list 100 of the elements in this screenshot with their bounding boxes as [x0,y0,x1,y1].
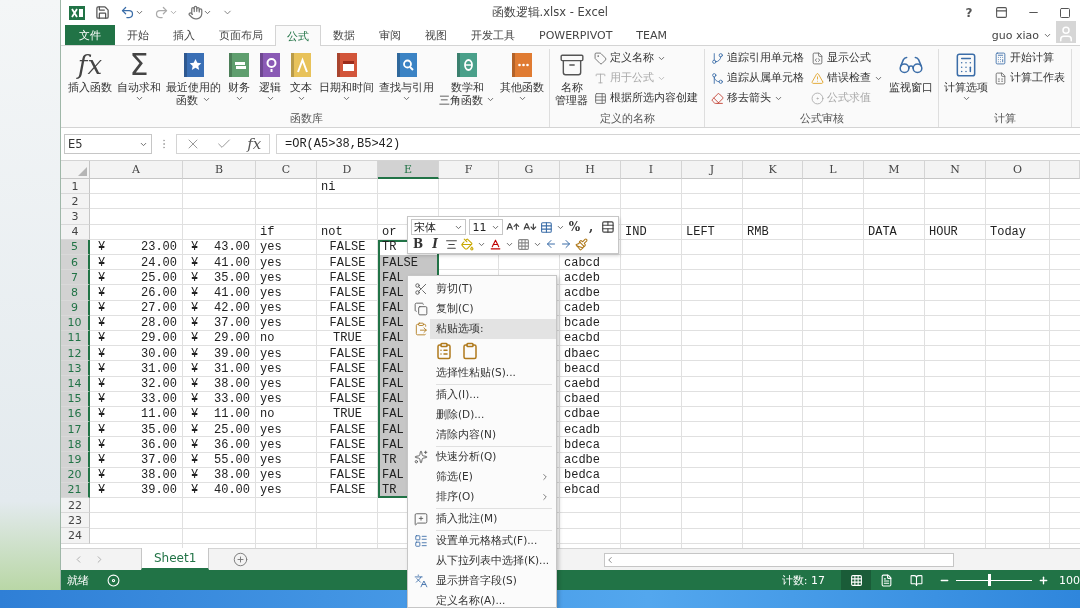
value-text: yes [260,240,282,255]
value-text: ecadb [564,422,600,437]
amount-text: 31.00 [141,361,177,376]
amount-text: 41.00 [214,285,250,300]
value-text: FALSE [329,301,366,316]
amount-text: 55.00 [214,452,250,467]
currency-symbol: ¥ [98,301,106,316]
amount-text: 11.00 [214,407,250,422]
currency-symbol: ¥ [98,316,106,331]
amount-text: 23.00 [141,240,177,255]
amount-text: 39.00 [214,346,250,361]
value-text: FAL [382,361,404,376]
value-text: cbaed [564,392,600,407]
value-text: dbaec [564,346,600,361]
amount-text: 36.00 [141,437,177,452]
currency-symbol: ¥ [191,316,199,331]
currency-symbol: ¥ [98,468,106,483]
amount-text: 28.00 [141,316,177,331]
amount-text: 26.00 [141,285,177,300]
value-text: FALSE [329,468,366,483]
amount-text: 36.00 [214,437,250,452]
currency-symbol: ¥ [191,392,199,407]
value-text: yes [260,316,282,331]
value-text: TR [382,452,397,467]
value-text: FAL [382,270,404,285]
value-text: yes [260,301,282,316]
value-text: TRUE [333,407,362,422]
value-text: FALSE [329,392,366,407]
value-text: caebd [564,377,600,392]
value-text: if [260,225,275,240]
value-text: acdbe [564,285,600,300]
amount-text: 11.00 [141,407,177,422]
value-text: cabcd [564,255,600,270]
value-text: TR [382,240,397,255]
group-label: 计算 [993,111,1018,126]
amount-text: 35.00 [141,422,177,437]
amount-text: 32.00 [141,377,177,392]
value-text: acdbe [564,452,600,467]
value-text: yes [260,270,282,285]
currency-symbol: ¥ [191,361,199,376]
amount-text: 29.00 [141,331,177,346]
status-text: 就绪 [67,572,89,588]
value-text: FALSE [329,422,366,437]
group-label: 函数库 [288,111,324,126]
value-text: yes [260,346,282,361]
amount-text: 43.00 [214,240,250,255]
value-text: FAL [382,316,404,331]
value-text: FAL [382,301,404,316]
currency-symbol: ¥ [191,422,199,437]
value-text: TRUE [333,331,362,346]
value-text: beacd [564,361,600,376]
value-text: bdeca [564,437,600,452]
currency-symbol: ¥ [191,331,199,346]
value-text: FALSE [329,270,366,285]
value-text: HOUR [929,225,958,240]
currency-symbol: ¥ [191,240,199,255]
amount-text: 37.00 [141,452,177,467]
value-text: Today [990,225,1026,240]
currency-symbol: ¥ [98,452,106,467]
value-text: FALSE [329,483,366,498]
amount-text: 38.00 [214,468,250,483]
value-text: FALSE [382,255,418,270]
currency-symbol: ¥ [191,346,199,361]
amount-text: 41.00 [214,255,250,270]
zoom-level: 100 [1059,573,1080,587]
value-text: FALSE [329,285,366,300]
value-text: not [321,225,343,240]
amount-text: 33.00 [141,392,177,407]
value-text: no [260,331,275,346]
currency-symbol: ¥ [191,255,199,270]
value-text: or [382,225,397,240]
currency-symbol: ¥ [191,483,199,498]
value-text: FAL [382,346,404,361]
currency-symbol: ¥ [191,468,199,483]
currency-symbol: ¥ [191,270,199,285]
value-text: DATA [868,225,897,240]
value-text: cdbae [564,407,600,422]
value-text: FALSE [329,437,366,452]
currency-symbol: ¥ [98,392,106,407]
currency-symbol: ¥ [98,407,106,422]
currency-symbol: ¥ [98,361,106,376]
currency-symbol: ¥ [98,255,106,270]
currency-symbol: ¥ [98,331,106,346]
value-text: TR [382,483,397,498]
amount-text: 30.00 [141,346,177,361]
currency-symbol: ¥ [98,422,106,437]
value-text: FAL [382,331,404,346]
currency-symbol: ¥ [98,270,106,285]
value-text: FALSE [329,240,366,255]
window-title: 函数逻辑.xlsx - Excel [491,5,608,20]
currency-symbol: ¥ [191,452,199,467]
value-text: RMB [747,225,769,240]
currency-symbol: ¥ [191,377,199,392]
amount-text: 38.00 [214,377,250,392]
value-text: no [260,407,275,422]
amount-text: 38.00 [141,468,177,483]
value-text: ebcad [564,483,600,498]
value-text: yes [260,437,282,452]
group-label: 定义的名称 [598,111,656,126]
count-text: 计数: 17 [781,572,825,588]
